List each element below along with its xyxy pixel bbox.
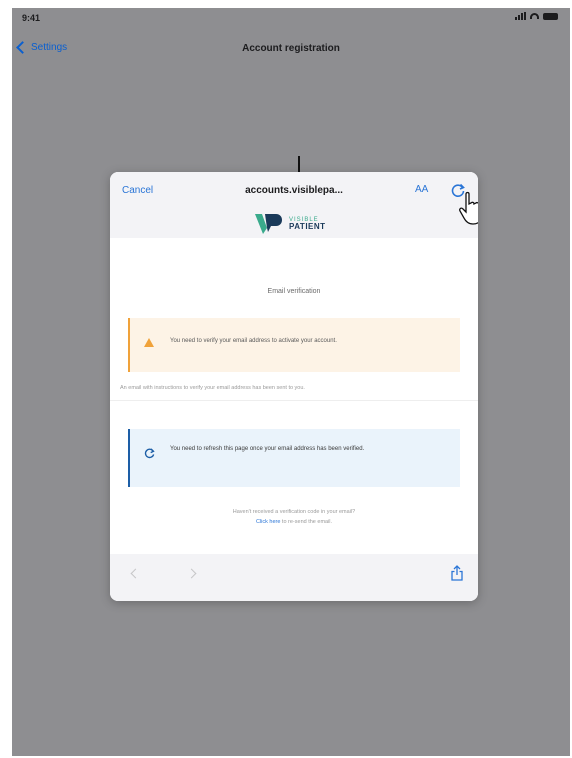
web-auth-sheet: Cancel accounts.visiblepa... AA VISIBLE … xyxy=(110,172,478,601)
status-time: 9:41 xyxy=(22,13,41,23)
status-icons xyxy=(515,12,558,20)
logo-mark xyxy=(255,214,282,234)
warning-icon xyxy=(144,338,154,347)
signal-icon xyxy=(515,12,526,20)
refresh-icon xyxy=(144,448,155,459)
click-here-link[interactable]: Click here xyxy=(256,519,280,525)
browser-forward-icon[interactable] xyxy=(186,568,197,579)
warning-text: You need to verify your email address to… xyxy=(170,338,337,344)
logo-text-patient: PATIENT xyxy=(289,222,326,231)
warning-alert: You need to verify your email address to… xyxy=(128,318,460,372)
resend-line: Click here to re-send the email. xyxy=(110,519,478,525)
email-sent-info: An email with instructions to verify you… xyxy=(120,385,305,391)
browser-back-icon[interactable] xyxy=(130,568,141,579)
hand-pointer-icon xyxy=(459,191,478,225)
text-size-button[interactable]: AA xyxy=(415,184,428,195)
wifi-icon xyxy=(530,13,539,19)
share-icon[interactable] xyxy=(450,565,464,581)
resend-question: Haven't received a verification code in … xyxy=(232,509,356,515)
divider xyxy=(110,400,478,401)
ipad-screen: 9:41 Settings Account registration Cance… xyxy=(12,8,570,756)
navigation-bar: Settings Account registration xyxy=(12,38,570,62)
refresh-alert: You need to refresh this page once your … xyxy=(128,429,460,487)
page-title: Account registration xyxy=(242,43,340,54)
email-verification-title: Email verification xyxy=(267,288,321,295)
sheet-header: Cancel accounts.visiblepa... AA VISIBLE … xyxy=(110,172,478,238)
visible-patient-logo: VISIBLE PATIENT xyxy=(254,212,326,236)
sheet-toolbar xyxy=(110,554,478,601)
refresh-text: You need to refresh this page once your … xyxy=(170,446,365,452)
battery-icon xyxy=(543,12,558,20)
resend-rest: to re-send the email. xyxy=(280,519,333,525)
status-bar: 9:41 xyxy=(12,8,570,28)
